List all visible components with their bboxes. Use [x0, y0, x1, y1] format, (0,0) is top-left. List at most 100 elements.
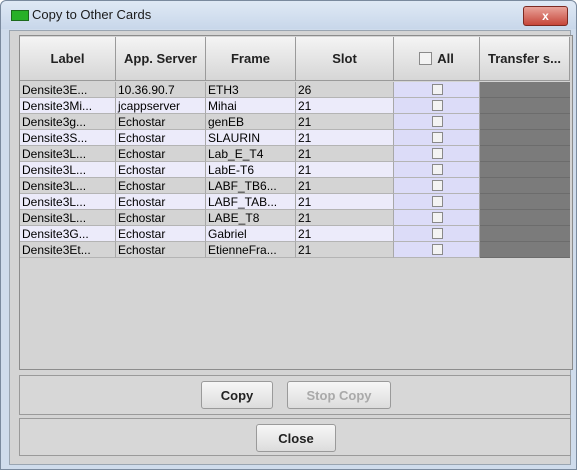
cell-server: Echostar [116, 114, 206, 130]
cell-server: jcappserver [116, 98, 206, 114]
window-close-button[interactable]: x [523, 6, 568, 26]
cell-transfer-status [480, 114, 570, 130]
cell-select [394, 226, 480, 242]
title-bar[interactable]: Copy to Other Cards x [1, 1, 576, 29]
cell-server: Echostar [116, 130, 206, 146]
cell-slot: 21 [296, 194, 394, 210]
window-title: Copy to Other Cards [32, 7, 152, 22]
cell-select [394, 162, 480, 178]
cell-frame: Lab_E_T4 [206, 146, 296, 162]
cell-label: Densite3E... [20, 82, 116, 98]
table-row[interactable]: Densite3Et... Echostar EtienneFra... 21 [20, 242, 570, 258]
table-row[interactable]: Densite3Mi... jcappserver Mihai 21 [20, 98, 570, 114]
cell-select [394, 210, 480, 226]
row-select-checkbox[interactable] [432, 196, 443, 207]
cell-frame: ETH3 [206, 82, 296, 98]
cell-transfer-status [480, 178, 570, 194]
cell-frame: LABF_TB6... [206, 178, 296, 194]
cell-transfer-status [480, 82, 570, 98]
cell-frame: LABF_TAB... [206, 194, 296, 210]
cell-frame: Mihai [206, 98, 296, 114]
row-select-checkbox[interactable] [432, 116, 443, 127]
cell-slot: 21 [296, 114, 394, 130]
cell-transfer-status [480, 98, 570, 114]
cell-server: Echostar [116, 242, 206, 258]
card-icon [11, 10, 29, 21]
table-row[interactable]: Densite3g... Echostar genEB 21 [20, 114, 570, 130]
cell-transfer-status [480, 130, 570, 146]
select-all-checkbox[interactable] [419, 52, 433, 65]
cell-transfer-status [480, 146, 570, 162]
column-header-frame[interactable]: Frame [206, 37, 296, 81]
cell-server: Echostar [116, 194, 206, 210]
cell-label: Densite3S... [20, 130, 116, 146]
cell-select [394, 242, 480, 258]
cell-transfer-status [480, 194, 570, 210]
cell-select [394, 98, 480, 114]
column-header-app-server[interactable]: App. Server [116, 37, 206, 81]
table-row[interactable]: Densite3L... Echostar LABF_TB6... 21 [20, 178, 570, 194]
table-row[interactable]: Densite3G... Echostar Gabriel 21 [20, 226, 570, 242]
cell-select [394, 178, 480, 194]
table-row[interactable]: Densite3L... Echostar LABF_TAB... 21 [20, 194, 570, 210]
cell-select [394, 82, 480, 98]
column-header-slot[interactable]: Slot [296, 37, 394, 81]
cell-frame: EtienneFra... [206, 242, 296, 258]
cell-label: Densite3g... [20, 114, 116, 130]
cell-label: Densite3L... [20, 146, 116, 162]
cell-label: Densite3Et... [20, 242, 116, 258]
row-select-checkbox[interactable] [432, 84, 443, 95]
row-select-checkbox[interactable] [432, 180, 443, 191]
cell-frame: genEB [206, 114, 296, 130]
row-select-checkbox[interactable] [432, 100, 443, 111]
row-select-checkbox[interactable] [432, 164, 443, 175]
close-button[interactable]: Close [256, 424, 336, 452]
cell-server: 10.36.90.7 [116, 82, 206, 98]
cell-label: Densite3L... [20, 162, 116, 178]
row-select-checkbox[interactable] [432, 212, 443, 223]
table-row[interactable]: Densite3L... Echostar LABE_T8 21 [20, 210, 570, 226]
cell-server: Echostar [116, 178, 206, 194]
copy-button[interactable]: Copy [201, 381, 273, 409]
cell-slot: 26 [296, 82, 394, 98]
row-select-checkbox[interactable] [432, 244, 443, 255]
cell-frame: SLAURIN [206, 130, 296, 146]
cell-frame: Gabriel [206, 226, 296, 242]
column-header-transfer-status[interactable]: Transfer s... [480, 37, 570, 81]
column-header-label[interactable]: Label [20, 37, 116, 81]
row-select-checkbox[interactable] [432, 132, 443, 143]
cell-server: Echostar [116, 146, 206, 162]
cell-frame: LABE_T8 [206, 210, 296, 226]
cell-label: Densite3L... [20, 194, 116, 210]
cell-server: Echostar [116, 162, 206, 178]
cell-slot: 21 [296, 210, 394, 226]
table-row[interactable]: Densite3S... Echostar SLAURIN 21 [20, 130, 570, 146]
cell-server: Echostar [116, 226, 206, 242]
cell-transfer-status [480, 226, 570, 242]
cell-slot: 21 [296, 226, 394, 242]
cell-label: Densite3G... [20, 226, 116, 242]
row-select-checkbox[interactable] [432, 228, 443, 239]
column-header-all[interactable]: All [394, 37, 480, 81]
cell-server: Echostar [116, 210, 206, 226]
cell-slot: 21 [296, 130, 394, 146]
cell-slot: 21 [296, 98, 394, 114]
row-select-checkbox[interactable] [432, 148, 443, 159]
table-row[interactable]: Densite3E... 10.36.90.7 ETH3 26 [20, 82, 570, 98]
table-row[interactable]: Densite3L... Echostar LabE-T6 21 [20, 162, 570, 178]
cell-slot: 21 [296, 146, 394, 162]
cell-select [394, 130, 480, 146]
cell-slot: 21 [296, 242, 394, 258]
cell-label: Densite3L... [20, 210, 116, 226]
cell-transfer-status [480, 210, 570, 226]
cell-label: Densite3L... [20, 178, 116, 194]
cell-label: Densite3Mi... [20, 98, 116, 114]
table-row[interactable]: Densite3L... Echostar Lab_E_T4 21 [20, 146, 570, 162]
cell-select [394, 146, 480, 162]
cell-select [394, 114, 480, 130]
stop-copy-button: Stop Copy [287, 381, 391, 409]
cell-slot: 21 [296, 178, 394, 194]
cell-transfer-status [480, 242, 570, 258]
cell-transfer-status [480, 162, 570, 178]
cell-slot: 21 [296, 162, 394, 178]
